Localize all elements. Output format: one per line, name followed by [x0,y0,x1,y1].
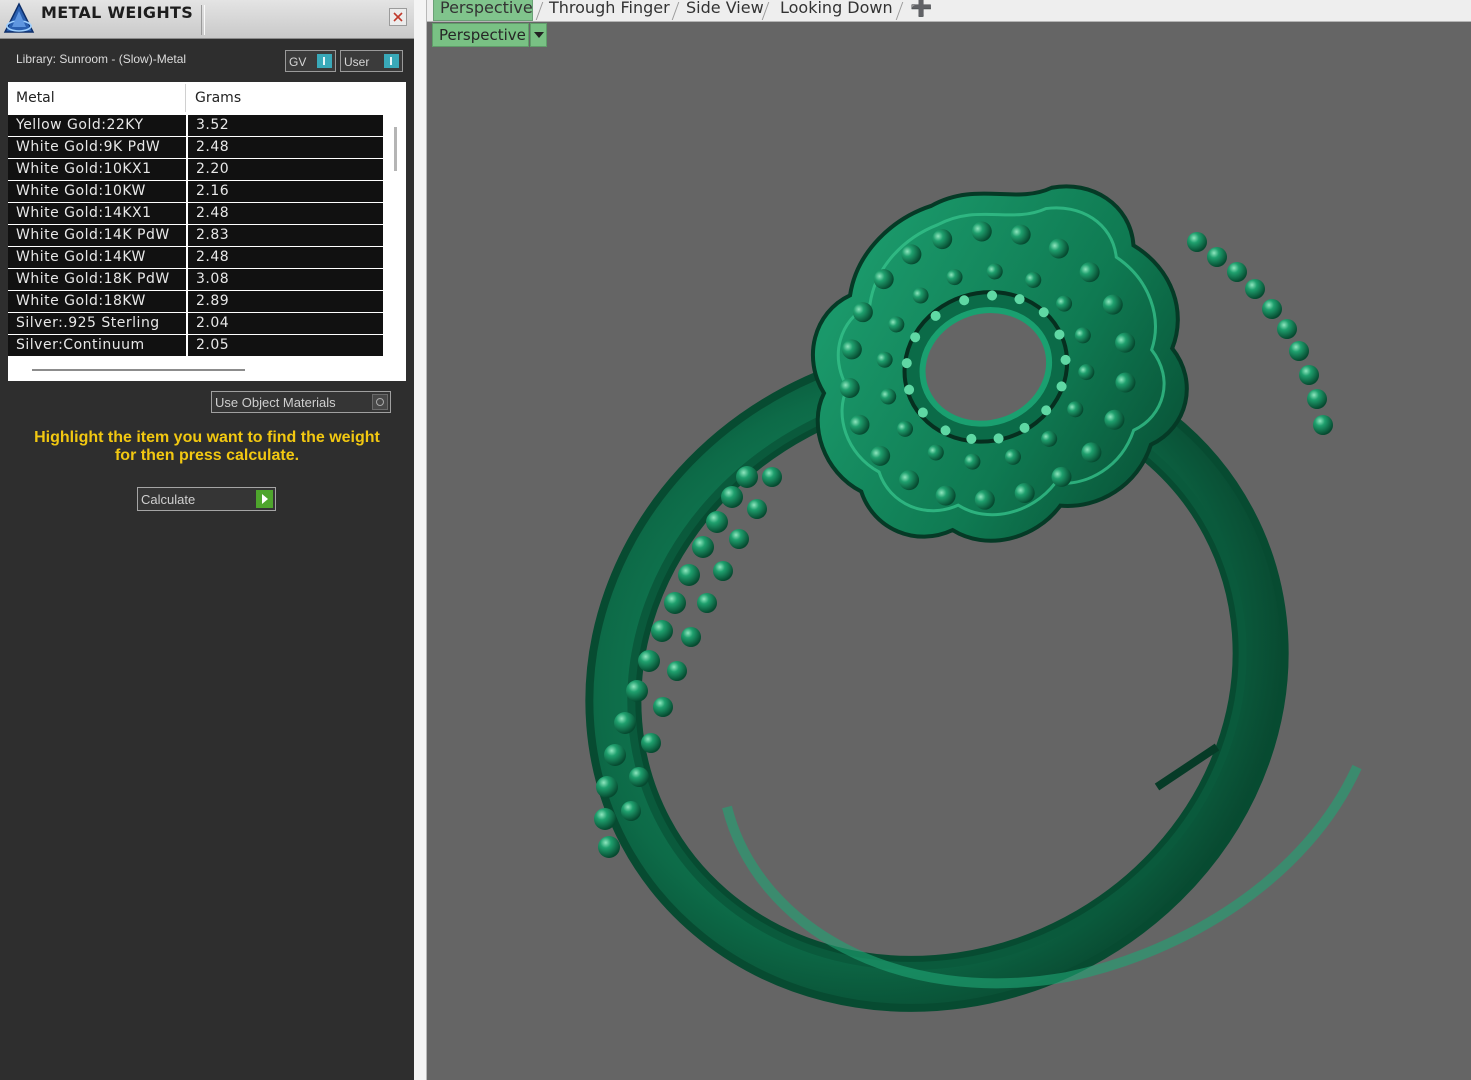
grams-cell: 2.89 [188,291,383,312]
close-button[interactable] [389,8,407,26]
instruction-line-1: Highlight the item you want to find the … [34,429,380,446]
ring-head [810,184,1189,543]
panel-splitter[interactable] [414,0,427,1080]
user-toggle-label: User [344,55,370,69]
table-row[interactable]: White Gold:14KX1 2.48 [8,203,383,224]
column-header-metal[interactable]: Metal [16,82,55,114]
metal-table: Metal Grams Yellow Gold:22KY 3.52 White … [8,82,406,381]
vertical-scrollbar[interactable] [394,127,397,171]
use-object-materials-label: Use Object Materials [215,395,336,410]
add-tab-icon[interactable]: ➕ [910,0,932,21]
library-label: Library: Sunroom - (Slow)-Metal [16,52,187,66]
column-header-grams[interactable]: Grams [195,82,241,114]
grams-cell: 2.83 [188,225,383,246]
toggle-switch-icon [317,54,332,68]
panel-header: METAL WEIGHTS [0,0,414,39]
table-row[interactable]: Silver:Continuum 2.05 [8,335,383,356]
grams-cell: 2.48 [188,247,383,268]
table-row[interactable]: White Gold:10KW 2.16 [8,181,383,202]
toggle-switch-icon [384,54,399,68]
grams-cell: 2.05 [188,335,383,356]
metal-cell: White Gold:10KX1 [8,159,186,180]
metal-cell: Yellow Gold:22KY [8,115,186,136]
grams-cell: 2.04 [188,313,383,334]
metal-cell: White Gold:14KX1 [8,203,186,224]
horizontal-scrollbar[interactable] [32,369,245,371]
metal-weights-panel: METAL WEIGHTS Library: Sunroom - (Slow)-… [0,0,414,1080]
metal-cell: White Gold:9K PdW [8,137,186,158]
close-icon [393,12,403,22]
instruction-line-2: for then press calculate. [114,447,300,464]
tab-looking-down[interactable]: Looking Down [774,0,894,21]
metal-cell: Silver:Continuum [8,335,186,356]
tab-through-finger[interactable]: Through Finger [543,0,671,21]
header-separator [201,5,205,35]
tab-side-view[interactable]: Side View [680,0,764,21]
grams-cell: 3.08 [188,269,383,290]
metal-cell: White Gold:18K PdW [8,269,186,290]
table-row[interactable]: White Gold:10KX1 2.20 [8,159,383,180]
grams-cell: 3.52 [188,115,383,136]
ring-model-render [585,184,1362,1012]
table-row[interactable]: White Gold:9K PdW 2.48 [8,137,383,158]
app-logo-icon [3,2,35,33]
metal-cell: White Gold:14KW [8,247,186,268]
table-row[interactable]: Yellow Gold:22KY 3.52 [8,115,383,136]
table-row[interactable]: White Gold:14K PdW 2.83 [8,225,383,246]
grams-cell: 2.20 [188,159,383,180]
metal-cell: Silver:.925 Sterling [8,313,186,334]
metal-cell: White Gold:14K PdW [8,225,186,246]
tab-separator [671,2,680,20]
table-row[interactable]: White Gold:14KW 2.48 [8,247,383,268]
shank-beads-right [1187,232,1333,435]
radio-icon [372,394,388,410]
view-mode-dropdown[interactable] [530,23,547,47]
column-divider[interactable] [185,84,186,112]
grams-cell: 2.48 [188,137,383,158]
view-mode-button[interactable]: Perspective [432,23,529,47]
gv-toggle-label: GV [289,55,307,69]
gv-toggle[interactable]: GV [285,50,336,72]
panel-title: METAL WEIGHTS [41,3,194,22]
table-row[interactable]: White Gold:18KW 2.89 [8,291,383,312]
user-toggle[interactable]: User [340,50,403,72]
tab-perspective[interactable]: Perspective [433,0,533,21]
grams-cell: 2.48 [188,203,383,224]
grams-cell: 2.16 [188,181,383,202]
view-tab-bar: Perspective Through Finger Side View Loo… [427,0,1471,22]
metal-cell: White Gold:10KW [8,181,186,202]
tab-separator [895,2,904,20]
table-row[interactable]: White Gold:18K PdW 3.08 [8,269,383,290]
calculate-label: Calculate [141,492,196,507]
metal-cell: White Gold:18KW [8,291,186,312]
play-arrow-icon [256,490,273,508]
use-object-materials-button[interactable]: Use Object Materials [211,391,391,413]
calculate-button[interactable]: Calculate [137,487,276,511]
instruction-text: Highlight the item you want to find the … [0,429,414,465]
table-row[interactable]: Silver:.925 Sterling 2.04 [8,313,383,334]
